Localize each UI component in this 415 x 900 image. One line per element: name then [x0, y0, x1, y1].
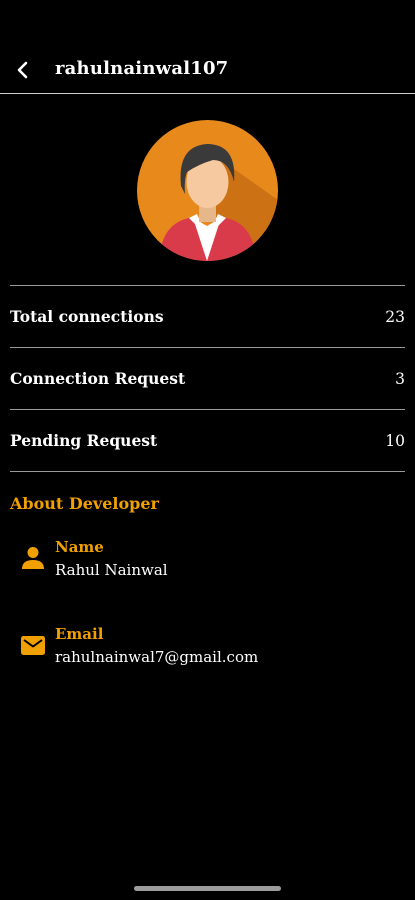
- stat-row-connection-request[interactable]: Connection Request 3: [10, 348, 405, 409]
- stat-label: Pending Request: [10, 431, 158, 450]
- stat-label: Total connections: [10, 307, 164, 326]
- app-bar: rahulnainwal107: [0, 0, 415, 94]
- email-value[interactable]: rahulnainwal7@gmail.com: [55, 648, 258, 666]
- name-label: Name: [55, 538, 104, 556]
- home-indicator[interactable]: [134, 886, 281, 891]
- stat-value: 23: [385, 307, 405, 326]
- stat-value: 3: [395, 369, 405, 388]
- email-label: Email: [55, 625, 104, 643]
- appbar-divider: [0, 93, 415, 94]
- stat-label: Connection Request: [10, 369, 186, 388]
- stat-row-total-connections[interactable]: Total connections 23: [10, 286, 405, 347]
- person-icon: [22, 547, 44, 569]
- name-value: Rahul Nainwal: [55, 561, 168, 579]
- stats-list: Total connections 23 Connection Request …: [10, 285, 405, 472]
- about-developer-heading: About Developer: [10, 494, 159, 513]
- page-title: rahulnainwal107: [55, 58, 229, 79]
- stat-row-pending-request[interactable]: Pending Request 10: [10, 410, 405, 471]
- mail-icon: [21, 636, 45, 655]
- stat-value: 10: [385, 431, 405, 450]
- divider: [10, 471, 405, 472]
- avatar: [137, 120, 278, 261]
- back-chevron-icon[interactable]: [12, 58, 34, 82]
